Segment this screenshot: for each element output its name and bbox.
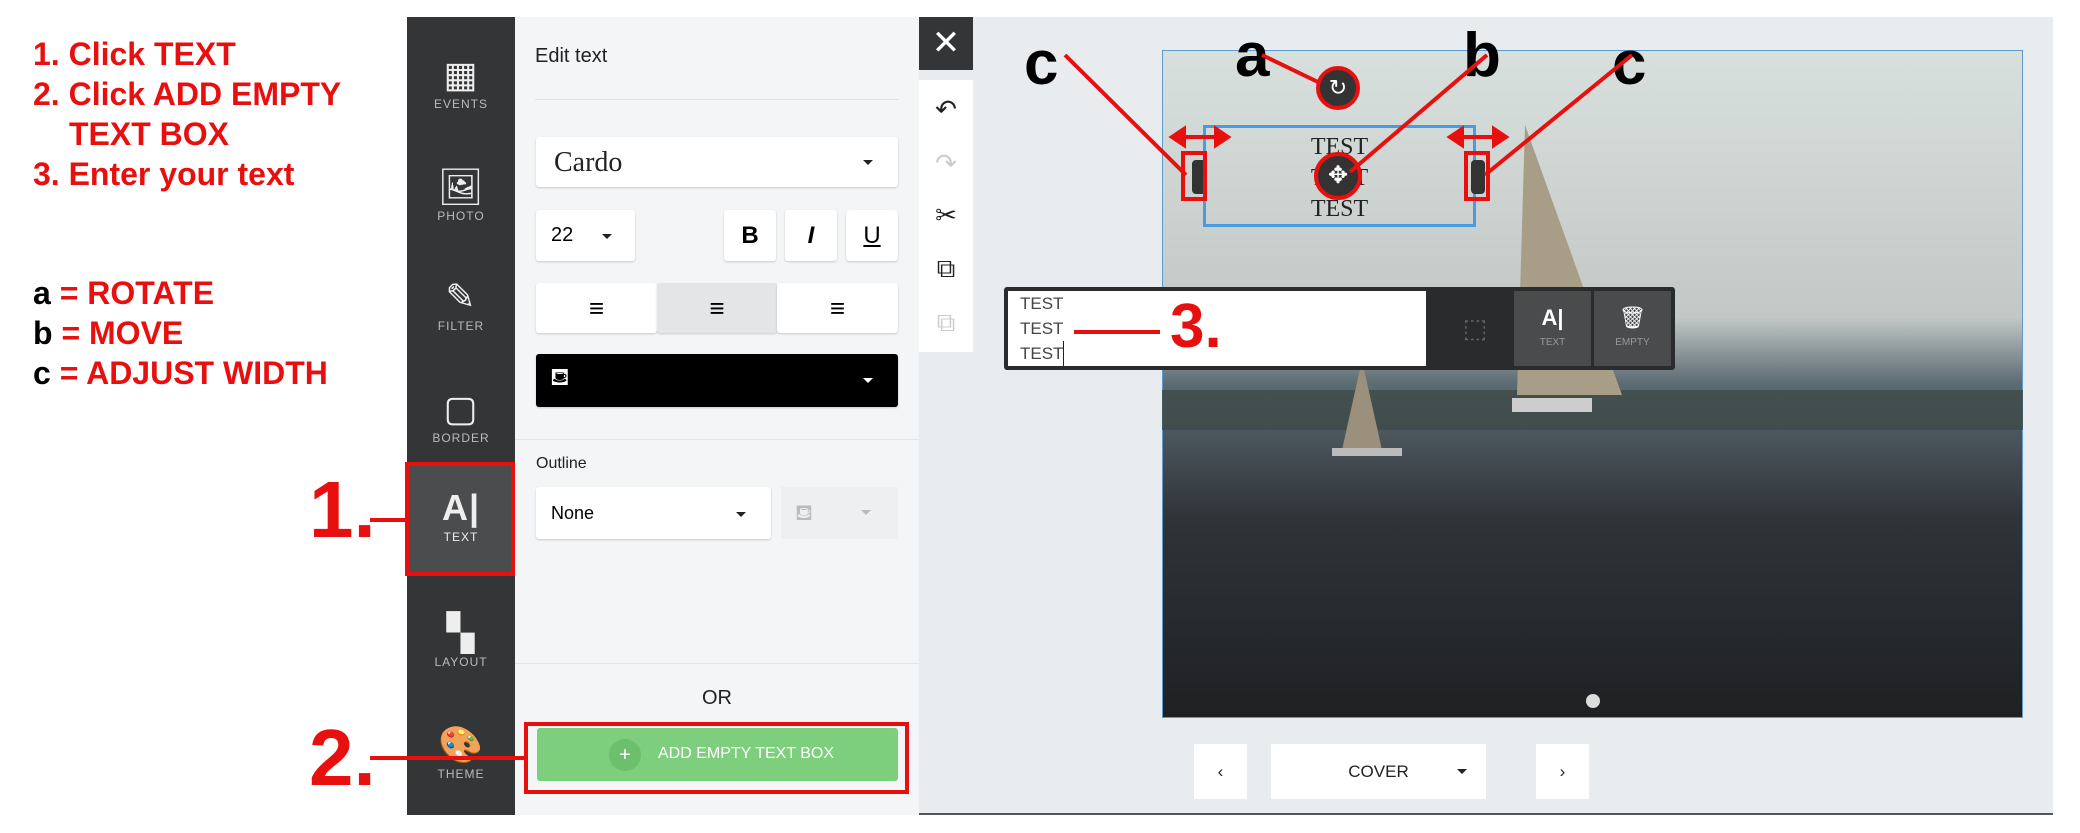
text-icon: A| (1541, 305, 1564, 330)
rotate-icon: ↻ (1328, 75, 1348, 100)
highlight-right-handle (1464, 151, 1490, 201)
move-handle[interactable]: ✥ (1314, 152, 1362, 200)
marker-2: 2. (309, 713, 376, 802)
chevron-down-icon (863, 378, 873, 383)
next-page-button[interactable]: › (1536, 744, 1589, 799)
bold-button[interactable]: B (724, 210, 776, 261)
page-indicator (1586, 694, 1600, 708)
sidebar-item-filter[interactable]: ✎ FILTER (407, 259, 515, 359)
cut-icon[interactable]: ✂ (919, 200, 973, 231)
undo-icon[interactable]: ↶ (919, 94, 973, 125)
image-icon: 🖼 (437, 166, 485, 207)
outline-select[interactable]: None (536, 487, 771, 539)
align-right-button[interactable]: ≡ (777, 283, 898, 333)
popup-text-button[interactable]: A| TEXT (1514, 291, 1591, 366)
marker-c-right: c (1612, 29, 1647, 98)
marker-c-left: c (1024, 29, 1059, 98)
paint-bucket-icon: ⛾ (795, 500, 813, 525)
step-2b: TEXT BOX (69, 116, 230, 152)
chevron-down-icon (863, 160, 873, 165)
marker-a: a (1235, 21, 1270, 90)
select-area-icon[interactable]: ⬚ (1434, 291, 1516, 366)
sidebar-item-theme[interactable]: 🎨 THEME (407, 707, 515, 807)
prev-page-button[interactable]: ‹ (1194, 744, 1247, 799)
edit-text-panel: Edit text Cardo 22 B I U ≡ ≡ ≡ ⛾ Outline… (515, 17, 919, 815)
panel-title: Edit text (535, 45, 608, 67)
sidebar-item-layout[interactable]: ▚ LAYOUT (407, 595, 515, 695)
underline-button[interactable]: U (846, 210, 898, 261)
font-select[interactable]: Cardo (536, 137, 898, 187)
step-2: 2. Click ADD EMPTY (33, 76, 342, 112)
step-1: 1. Click TEXT (33, 36, 236, 72)
sidebar-item-border[interactable]: ▢ BORDER (407, 371, 515, 471)
sidebar-item-events[interactable]: ▦ EVENTS (407, 37, 515, 137)
redo-icon: ↷ (935, 148, 957, 178)
calendar-icon: ▦ (443, 54, 479, 95)
outline-label: Outline (536, 455, 587, 472)
page-select[interactable]: COVER (1271, 744, 1486, 799)
paint-bucket-icon: ⛾ (550, 364, 570, 391)
legend: a = ROTATE b = MOVE c = ADJUST WIDTH (33, 275, 328, 391)
toolbar: ↶ ↷ ✂ ⧉ ⧉ (919, 80, 973, 352)
copy-icon[interactable]: ⧉ (919, 253, 973, 285)
italic-button[interactable]: I (785, 210, 837, 261)
highlight-left-handle (1181, 151, 1207, 201)
highlight-text-tab (405, 462, 515, 576)
rotate-handle[interactable]: ↻ (1316, 66, 1360, 110)
layout-icon: ▚ (446, 612, 476, 653)
marker-b: b (1463, 21, 1501, 90)
step-3: 3. Enter your text (33, 156, 295, 192)
chevron-down-icon (736, 512, 746, 517)
highlight-add-button (524, 722, 909, 794)
magic-wand-icon: ✎ (445, 276, 477, 317)
marker-3: 3. (1170, 292, 1222, 361)
align-left-button[interactable]: ≡ (536, 283, 657, 333)
move-icon: ✥ (1327, 162, 1349, 189)
align-center-button[interactable]: ≡ (657, 283, 777, 333)
popup-empty-button[interactable]: 🗑 EMPTY (1594, 291, 1671, 366)
text-edit-popup: TEST TEST TEST ⬚ A| TEXT 🗑 EMPTY (1004, 287, 1675, 370)
palette-icon: 🎨 (438, 724, 484, 765)
instructions: 1. Click TEXT 2. Click ADD EMPTY TEXT BO… (33, 34, 341, 194)
paste-icon: ⧉ (936, 307, 956, 337)
sidebar-item-photo[interactable]: 🖼 PHOTO (407, 149, 515, 249)
border-icon: ▢ (443, 388, 479, 429)
marker-1: 1. (309, 465, 376, 554)
text-color-select[interactable]: ⛾ (536, 354, 898, 407)
chevron-down-icon (602, 234, 612, 239)
outline-color-select: ⛾ (781, 487, 898, 539)
trash-icon: 🗑 (1618, 305, 1647, 330)
close-button[interactable]: ✕ (919, 17, 973, 70)
or-label: OR (702, 687, 732, 709)
sidebar: ▦ EVENTS 🖼 PHOTO ✎ FILTER ▢ BORDER A| TEXT ▚ L… (407, 17, 515, 815)
font-size-select[interactable]: 22 (536, 210, 635, 261)
